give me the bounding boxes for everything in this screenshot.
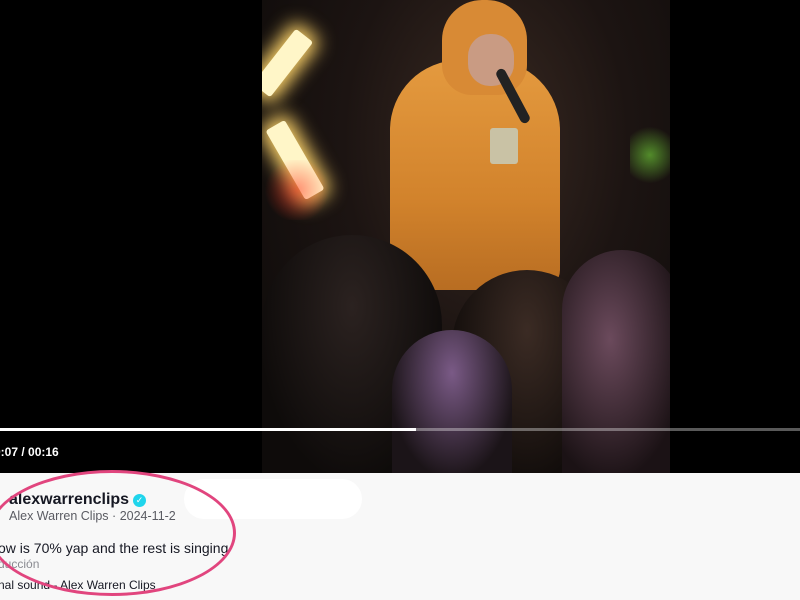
crowd-silhouette: [392, 330, 512, 473]
author-meta: Alex Warren Clips · 2024-11-2: [9, 509, 176, 523]
video-time: 0:07 / 00:16: [0, 445, 59, 459]
author-username[interactable]: alexwarrenclips: [9, 491, 129, 509]
red-stage-glow: [262, 160, 332, 220]
search-pill[interactable]: [184, 479, 362, 519]
meta-separator: ·: [112, 509, 117, 523]
author-row[interactable]: alexwarrenclips ✓: [9, 491, 147, 509]
stage-light: [262, 28, 314, 98]
crowd-silhouette: [562, 250, 670, 473]
cup: [490, 128, 518, 164]
video-progress-fill: [0, 428, 416, 431]
sound-link[interactable]: nal sound - Alex Warren Clips: [0, 578, 156, 592]
translation-link[interactable]: ducción: [0, 557, 39, 571]
post-caption: ow is 70% yap and the rest is singing: [0, 540, 229, 556]
video-frame[interactable]: [262, 0, 670, 473]
video-player[interactable]: 0:07 / 00:16: [0, 0, 800, 473]
author-display-name: Alex Warren Clips: [9, 509, 109, 523]
post-date: 2024-11-2: [119, 509, 176, 523]
post-info-panel: alexwarrenclips ✓ Alex Warren Clips · 20…: [0, 473, 800, 600]
green-stage-glow: [630, 120, 670, 190]
video-progress-bar[interactable]: [0, 428, 800, 431]
verified-badge-icon: ✓: [133, 493, 147, 507]
